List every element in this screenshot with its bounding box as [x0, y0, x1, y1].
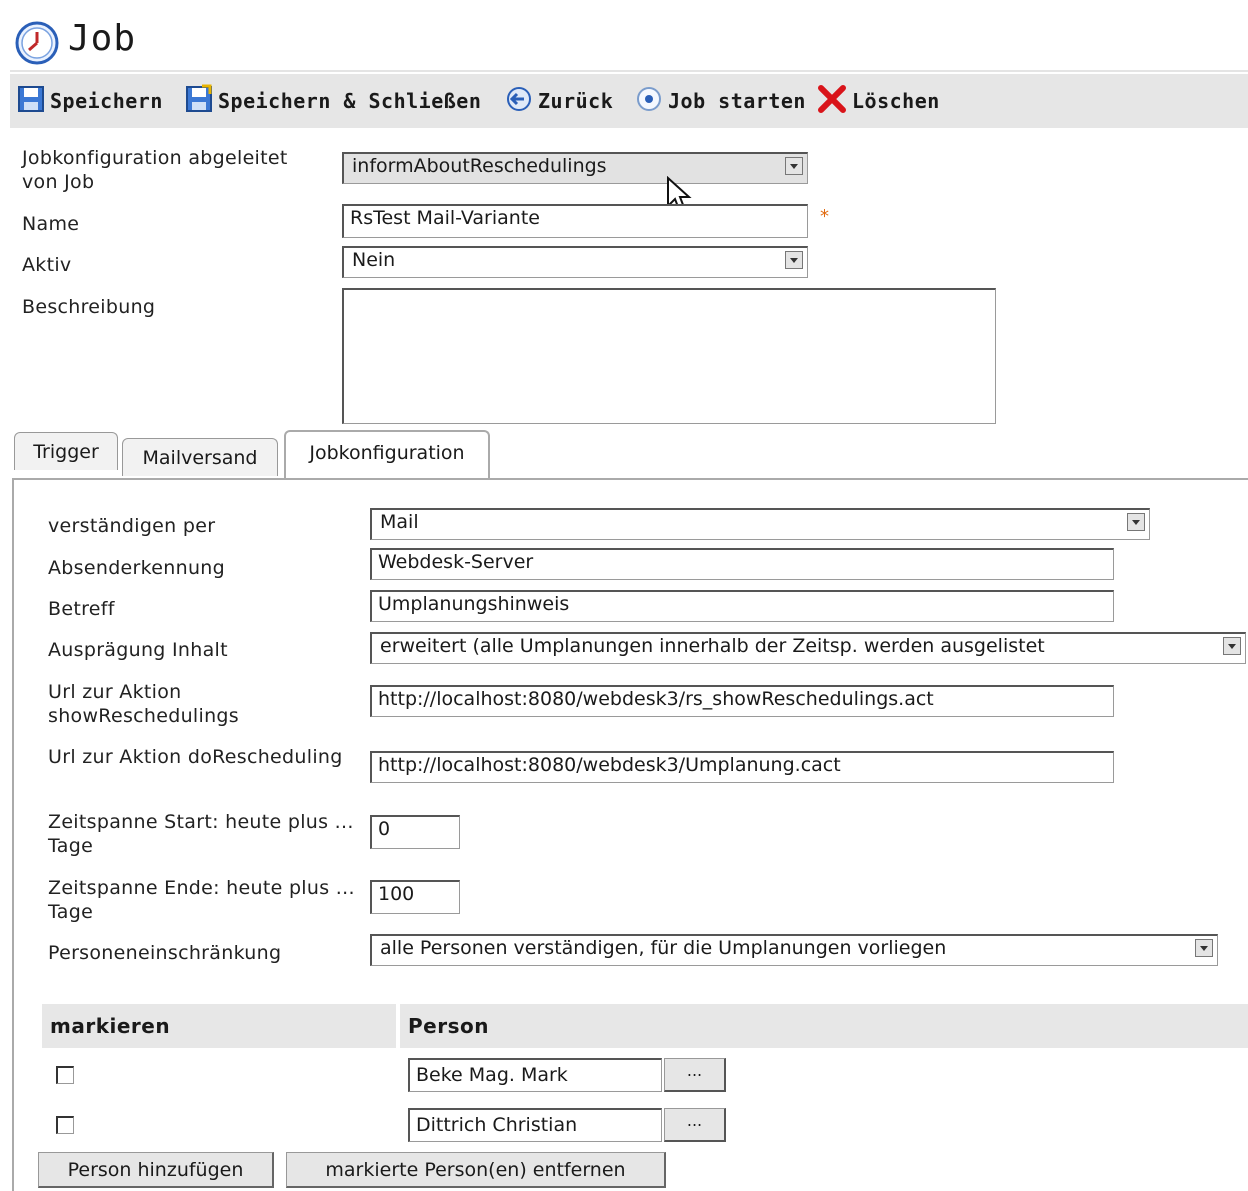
sender-label: Absenderkennung [48, 557, 225, 579]
active-value: Nein [352, 249, 396, 271]
back-label: Zurück [538, 89, 614, 113]
tab-trigger[interactable]: Trigger [14, 432, 118, 470]
required-marker: * [820, 206, 829, 227]
end-value: 100 [378, 883, 415, 905]
derived-select[interactable]: informAboutReschedulings [342, 152, 808, 184]
chevron-down-icon [1127, 513, 1145, 531]
delete-button[interactable]: Löschen [816, 84, 940, 116]
persons-select[interactable]: alle Personen verständigen, für die Umpl… [370, 934, 1218, 966]
notify-select[interactable]: Mail [370, 508, 1150, 540]
page-title: Job [68, 18, 137, 59]
clock-icon [14, 20, 60, 71]
add-person-button[interactable]: Person hinzufügen [38, 1152, 274, 1188]
name-input[interactable]: RsTest Mail-Variante [342, 204, 808, 238]
toolbar: Speichern Speichern & Schließen Zurück J… [10, 74, 1248, 128]
name-label: Name [22, 213, 80, 235]
floppy-close-icon [184, 84, 218, 119]
person-picker-button[interactable]: ... [664, 1058, 726, 1092]
active-label: Aktiv [22, 254, 72, 276]
url-show-label: Url zur Aktion showReschedulings [48, 681, 239, 727]
active-select[interactable]: Nein [342, 246, 808, 278]
col-header-person: Person [400, 1004, 1248, 1048]
person-picker-button[interactable]: ... [664, 1108, 726, 1142]
remove-persons-button[interactable]: markierte Person(en) entfernen [286, 1152, 666, 1188]
notify-label: verständigen per [48, 515, 216, 537]
start-value: 0 [378, 818, 391, 840]
content-value: erweitert (alle Umplanungen innerhalb de… [380, 635, 1045, 657]
persons-label: Personeneinschränkung [48, 942, 282, 964]
delete-label: Löschen [852, 89, 940, 113]
row-checkbox[interactable] [56, 1066, 74, 1084]
persons-value: alle Personen verständigen, für die Umpl… [380, 937, 947, 959]
person-value: Dittrich Christian [416, 1114, 578, 1136]
subject-input[interactable]: Umplanungshinweis [370, 590, 1114, 622]
subject-label: Betreff [48, 598, 115, 620]
row-checkbox[interactable] [56, 1116, 74, 1134]
sender-input[interactable]: Webdesk-Server [370, 548, 1114, 580]
end-label: Zeitspanne Ende: heute plus ... Tage [48, 877, 355, 923]
end-input[interactable]: 100 [370, 880, 460, 914]
description-textarea[interactable] [342, 288, 996, 424]
radio-icon [634, 84, 668, 119]
start-job-label: Job starten [668, 89, 806, 113]
floppy-icon [16, 84, 50, 119]
start-job-button[interactable]: Job starten [634, 86, 806, 116]
tab-jobkonfiguration[interactable]: Jobkonfiguration [284, 430, 490, 480]
chevron-down-icon [1195, 939, 1213, 957]
chevron-down-icon [1223, 637, 1241, 655]
back-button[interactable]: Zurück [504, 86, 613, 116]
sender-value: Webdesk-Server [378, 551, 534, 573]
chevron-down-icon [785, 251, 803, 269]
derived-value: informAboutReschedulings [352, 155, 607, 177]
chevron-down-icon [785, 157, 803, 175]
notify-value: Mail [380, 511, 419, 533]
url-show-value: http://localhost:8080/webdesk3/rs_showRe… [378, 688, 934, 710]
back-arrow-icon [504, 84, 538, 119]
save-button[interactable]: Speichern [16, 84, 163, 119]
content-select[interactable]: erweitert (alle Umplanungen innerhalb de… [370, 632, 1246, 664]
person-value: Beke Mag. Mark [416, 1064, 568, 1086]
content-label: Ausprägung Inhalt [48, 639, 228, 661]
person-input[interactable]: Dittrich Christian [408, 1108, 662, 1142]
person-input[interactable]: Beke Mag. Mark [408, 1058, 662, 1092]
derived-label: Jobkonfiguration abgeleitet von Job [22, 147, 288, 193]
url-do-input[interactable]: http://localhost:8080/webdesk3/Umplanung… [370, 751, 1114, 783]
description-label: Beschreibung [22, 296, 156, 318]
url-do-label: Url zur Aktion doRescheduling [48, 746, 343, 768]
start-label: Zeitspanne Start: heute plus ... Tage [48, 811, 354, 857]
col-header-mark: markieren [42, 1004, 396, 1048]
name-value: RsTest Mail-Variante [350, 207, 540, 229]
save-close-label: Speichern & Schließen [218, 89, 482, 113]
save-label: Speichern [50, 89, 163, 113]
red-x-icon [816, 83, 852, 120]
start-input[interactable]: 0 [370, 815, 460, 849]
subject-value: Umplanungshinweis [378, 593, 570, 615]
url-show-input[interactable]: http://localhost:8080/webdesk3/rs_showRe… [370, 685, 1114, 717]
title-bar [10, 10, 1248, 72]
tab-mailversand[interactable]: Mailversand [122, 438, 278, 476]
url-do-value: http://localhost:8080/webdesk3/Umplanung… [378, 754, 841, 776]
save-close-button[interactable]: Speichern & Schließen [184, 84, 482, 119]
